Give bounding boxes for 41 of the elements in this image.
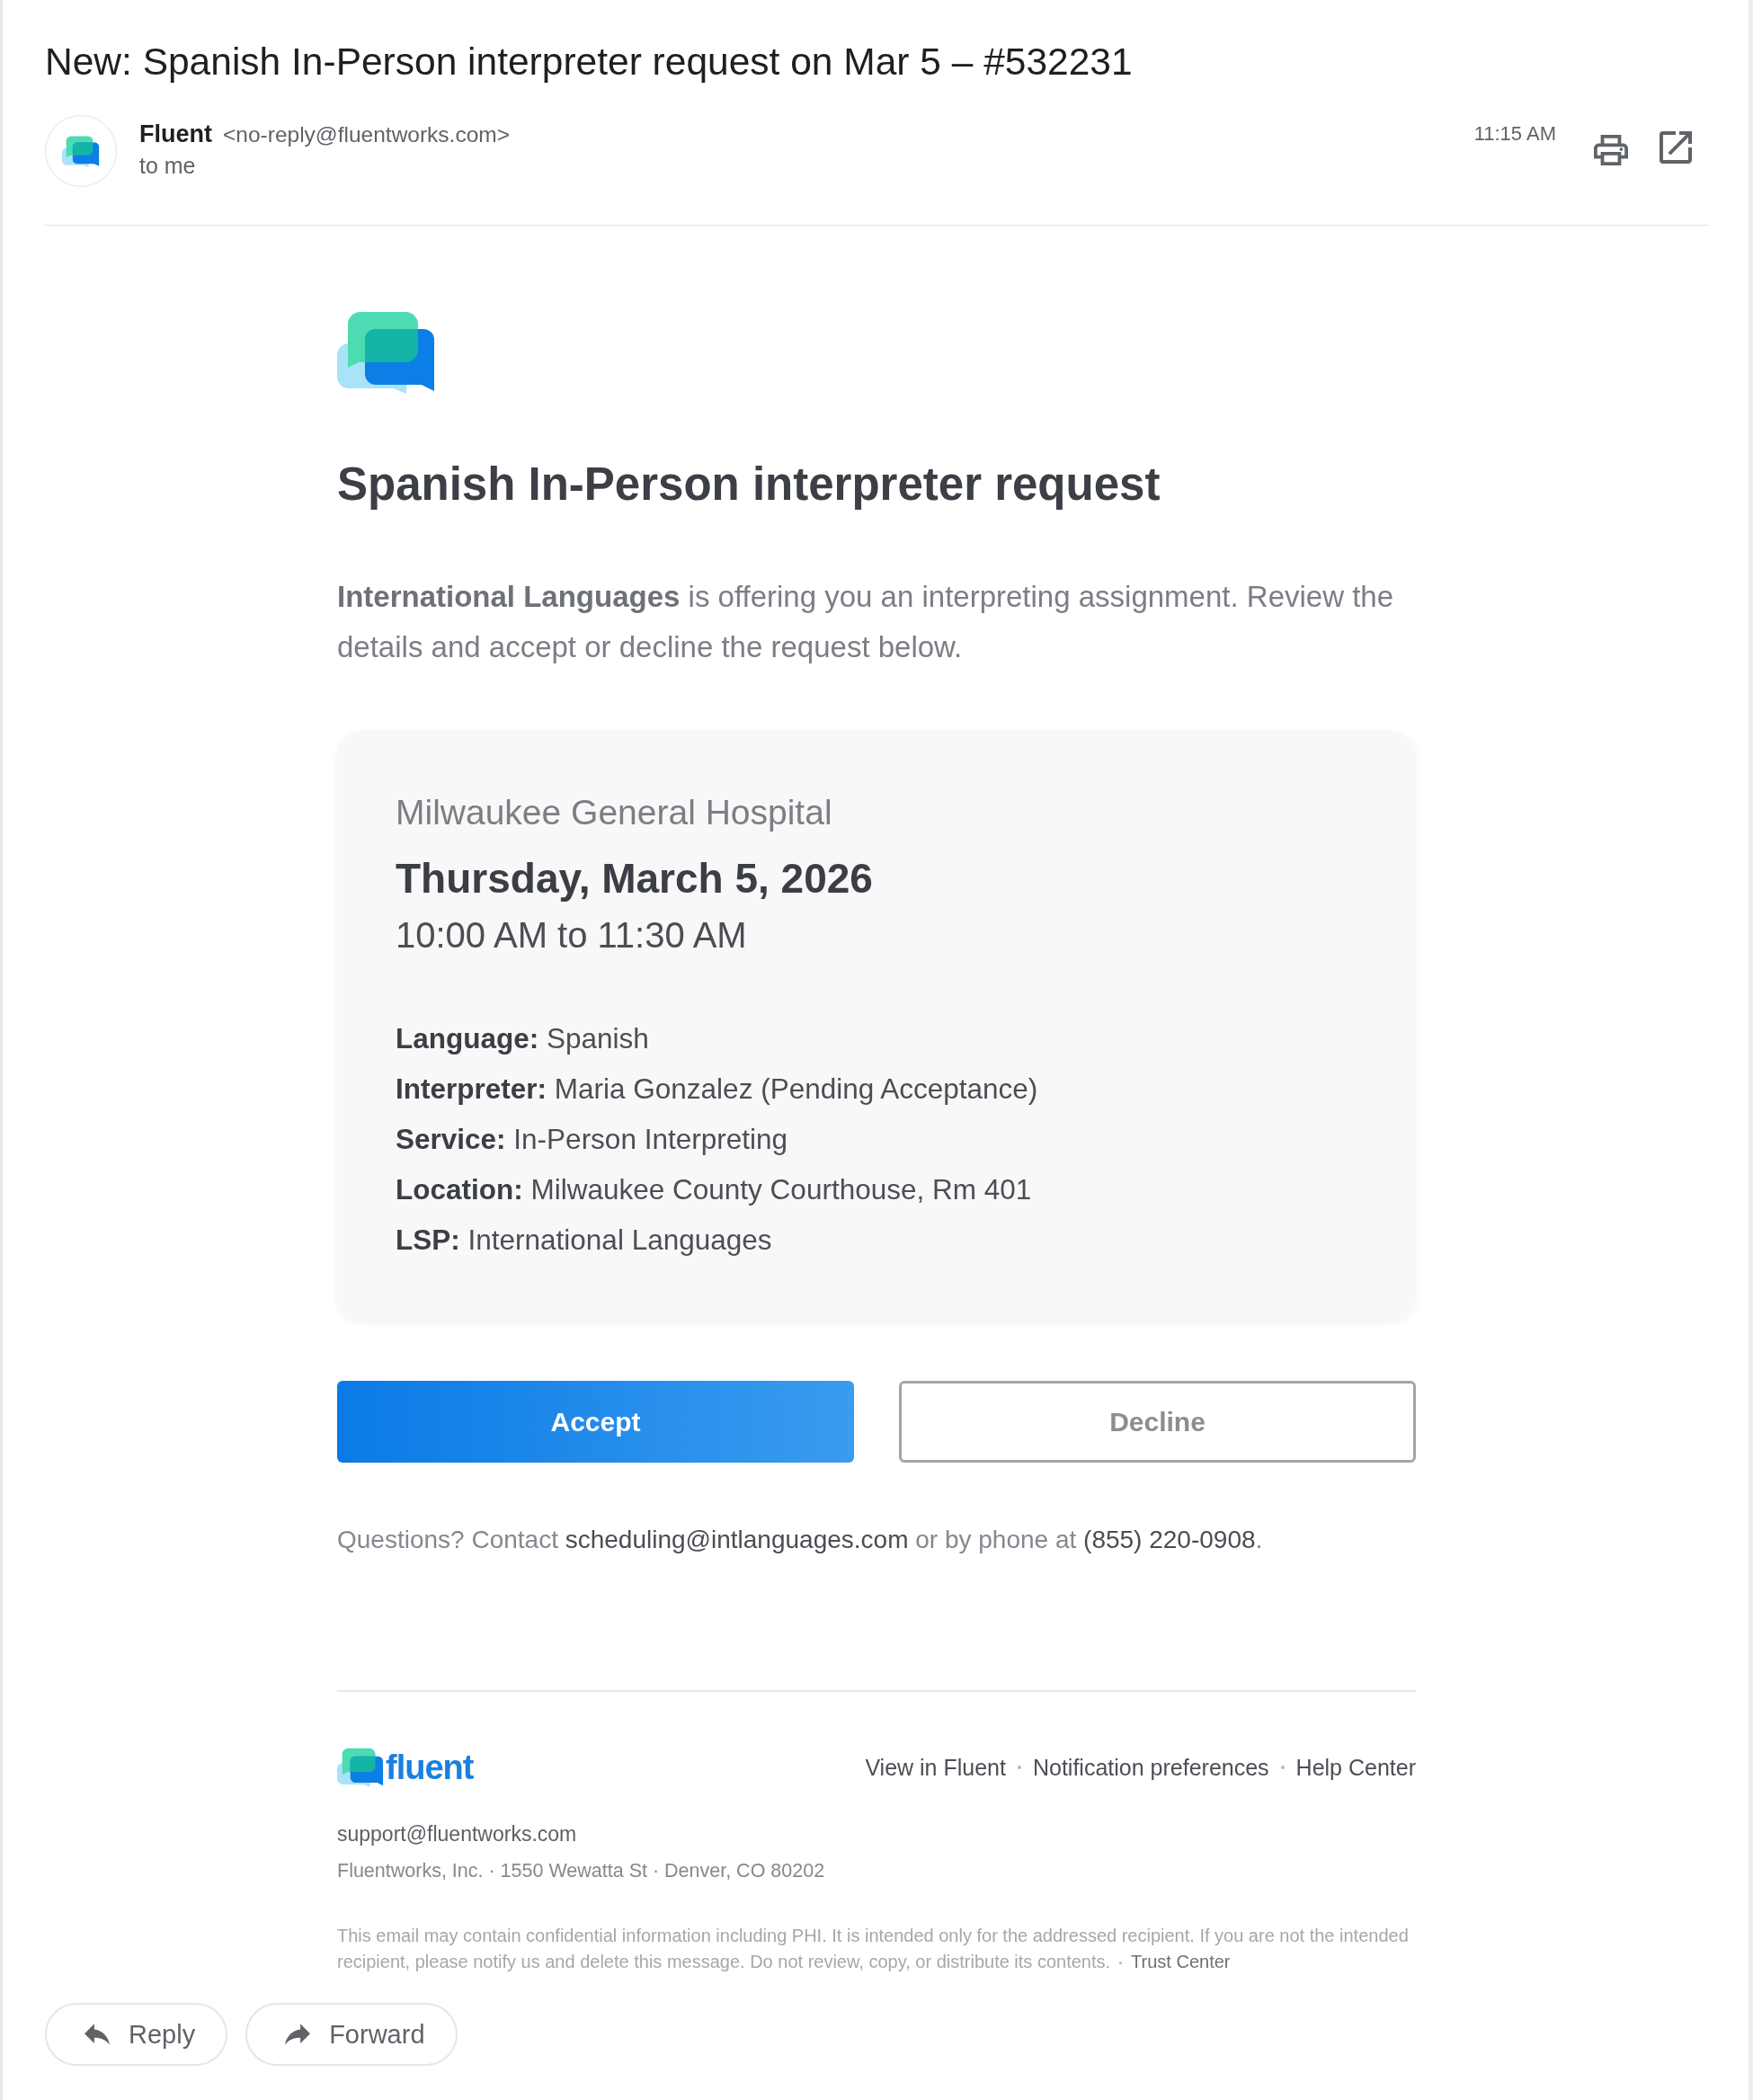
print-button[interactable] bbox=[1594, 133, 1628, 167]
forward-arrow-icon bbox=[285, 2024, 311, 2045]
assignment-time: 10:00 AM to 11:30 AM bbox=[396, 914, 748, 957]
logo-wordmark: fluent bbox=[386, 1748, 474, 1788]
email-subject: New: Spanish In-Person interpreter request on Mar 5 – #532231 bbox=[45, 40, 1134, 85]
disclaimer-text: This email may contain confidential information including PHI. It is intended only for the addressed recipient. If you are not the intended recipient, please notify us and delete this message. Do not review, copy, or distribute its contents. Trust Center bbox=[337, 1925, 1410, 1973]
speech-bubbles-icon bbox=[337, 311, 436, 394]
open-in-new-window-button[interactable] bbox=[1660, 131, 1692, 164]
phone-link[interactable]: (855) 220-0908 bbox=[1083, 1526, 1256, 1553]
recipient-label: to me bbox=[139, 152, 197, 179]
trust-center-link[interactable]: Trust Center bbox=[1131, 1952, 1231, 1971]
facility-name: Milwaukee General Hospital bbox=[396, 792, 833, 833]
detail-row-text: Location: Milwaukee County Courthouse, Rm 401 bbox=[396, 1172, 1033, 1207]
open-in-new-icon bbox=[1660, 131, 1692, 164]
detail-row-text: Interpreter: Maria Gonzalez (Pending Acceptance) bbox=[396, 1072, 1039, 1107]
reply-arrow-icon bbox=[85, 2024, 110, 2045]
footer-link[interactable]: Help Center bbox=[1295, 1754, 1416, 1781]
speech-bubbles-icon bbox=[62, 135, 100, 167]
intro-text: International Languages is offering you an interpreting assignment. Review the details and accept or decline the request below. bbox=[337, 579, 1395, 665]
reply-button[interactable]: Reply bbox=[45, 2003, 228, 2066]
forward-button[interactable]: Forward bbox=[245, 2003, 458, 2066]
print-icon bbox=[1594, 133, 1628, 167]
contact-text: Questions? Contact scheduling@intlanguages.com or by phone at (855) 220-0908. bbox=[337, 1525, 1264, 1555]
email-link[interactable]: scheduling@intlanguages.com bbox=[565, 1526, 909, 1553]
separator-dot-icon bbox=[1119, 1962, 1123, 1965]
company-address: Fluentworks, Inc. · 1550 Wewatta St · Denver, CO 80202 bbox=[337, 1859, 826, 1883]
detail-row-text: LSP: International Languages bbox=[396, 1223, 773, 1258]
sender-email: <no-reply@fluentworks.com> bbox=[223, 121, 510, 148]
footer-link[interactable]: View in Fluent bbox=[865, 1754, 1006, 1781]
separator-dot-icon bbox=[1280, 1766, 1285, 1769]
email-time: 11:15 AM bbox=[1473, 121, 1556, 147]
speech-bubbles-icon bbox=[337, 1748, 384, 1787]
detail-row-text: Service: In-Person Interpreting bbox=[396, 1122, 788, 1157]
separator-dot-icon bbox=[1017, 1766, 1021, 1769]
footer-link[interactable]: Notification preferences bbox=[1032, 1754, 1269, 1781]
sender-name: Fluent bbox=[139, 120, 212, 147]
assignment-date: Thursday, March 5, 2026 bbox=[396, 854, 874, 903]
request-heading: Spanish In-Person interpreter request bbox=[337, 458, 1161, 512]
support-email: support@fluentworks.com bbox=[337, 1821, 578, 1847]
detail-row-text: Language: Spanish bbox=[396, 1021, 650, 1056]
accept-button[interactable]: Accept bbox=[337, 1381, 854, 1463]
